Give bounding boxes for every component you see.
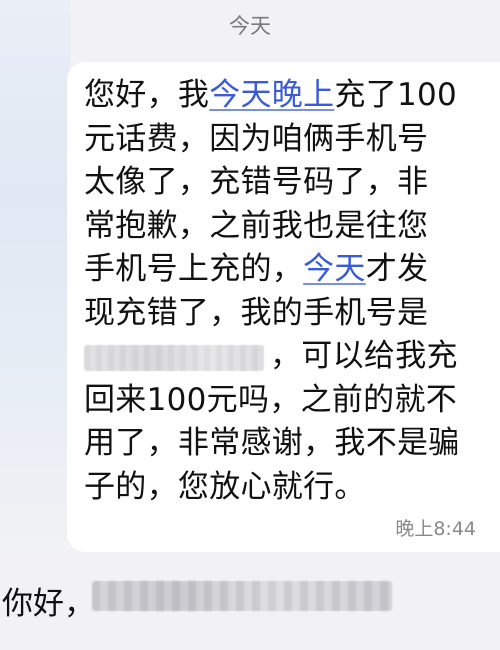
date-link[interactable]: 今天 <box>303 251 366 287</box>
text-segment: 您好，我 <box>84 77 210 113</box>
text-segment: 子的，您放心就行。 <box>84 468 366 505</box>
message-text: 您好，我今天晚上充了100 元话费，因为咱俩手机号 太像了，充错号码了，非 常抱… <box>84 74 480 509</box>
incoming-message-text: 你好， <box>2 586 95 622</box>
redacted-phone-number <box>84 344 264 371</box>
message-line: 用了，非常感谢，我不是骗 <box>84 422 480 466</box>
text-segment: 回来100元吗，之前的就不 <box>84 381 458 418</box>
message-line: 现充错了，我的手机号是 <box>84 292 480 336</box>
text-segment: 充了100 <box>334 77 458 113</box>
message-line: ，可以给我充 <box>84 335 480 379</box>
date-link[interactable]: 今天晚上 <box>209 77 334 113</box>
background-blur-strip <box>0 0 70 560</box>
text-segment: 常抱歉，之前我也是往您 <box>84 207 429 244</box>
text-segment: 手机号上充的， <box>84 251 304 287</box>
text-segment: 太像了，充错号码了，非 <box>84 164 429 200</box>
date-header: 今天 <box>229 14 271 38</box>
redacted-incoming-content <box>92 581 392 611</box>
message-line: 回来100元吗，之前的就不 <box>84 379 480 423</box>
text-segment: 元话费，因为咱俩手机号 <box>84 120 429 157</box>
message-timestamp: 晚上8:44 <box>395 518 476 540</box>
text-segment: 用了，非常感谢，我不是骗 <box>84 425 460 461</box>
text-segment: 才发 <box>365 251 429 287</box>
message-line: 太像了，充错号码了，非 <box>84 161 480 205</box>
message-line: 手机号上充的，今天才发 <box>84 248 480 292</box>
text-segment: 现充错了，我的手机号是 <box>84 294 429 331</box>
message-line: 元话费，因为咱俩手机号 <box>84 118 480 162</box>
text-segment: ，可以给我充 <box>270 338 458 374</box>
message-line: 子的，您放心就行。 <box>84 466 480 510</box>
message-line: 常抱歉，之前我也是往您 <box>84 205 480 249</box>
message-line: 您好，我今天晚上充了100 <box>84 74 480 118</box>
